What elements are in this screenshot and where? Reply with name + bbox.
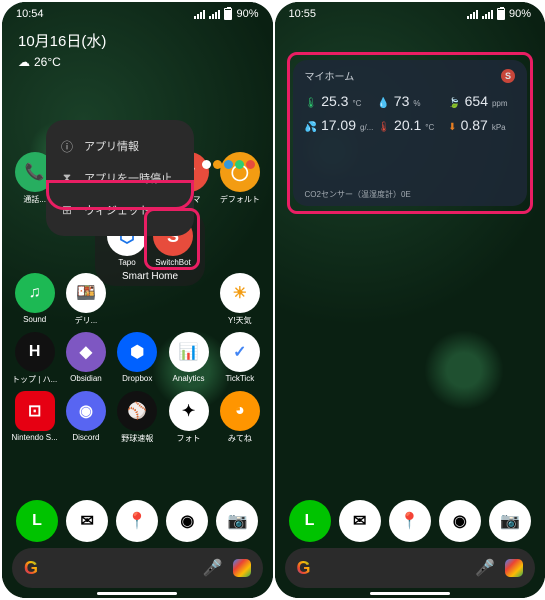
dock-gmail[interactable]: ✉: [66, 500, 108, 542]
app-context-menu: ⓘ アプリ情報 ⧗ アプリを一時停止 ⊞ ウィジェット: [46, 120, 194, 236]
dewpoint-icon: 🌡: [377, 122, 390, 133]
mitene-icon: ◕: [220, 391, 260, 431]
mic-icon[interactable]: 🎤: [203, 558, 223, 578]
app-photos[interactable]: ✦フォト: [164, 391, 213, 444]
dock-line[interactable]: L: [289, 500, 331, 542]
sensor-dew: 🌡20.1°C: [377, 117, 444, 133]
dock: L ✉ 📍 ◉ 📷: [285, 500, 536, 542]
app-analytics[interactable]: 📊Analytics: [164, 332, 213, 385]
menu-app-info[interactable]: ⓘ アプリ情報: [46, 130, 194, 162]
signal-icon: [482, 10, 493, 19]
app-top[interactable]: Hトップ | ハ...: [10, 332, 59, 385]
dock-maps[interactable]: 📍: [116, 500, 158, 542]
date-weather[interactable]: 10月16日(水) ☁ 26°C: [2, 26, 273, 73]
switchbot-widget[interactable]: マイホーム S 🌡25.3°C 💧73% 🍃654ppm 💦17.09g/...…: [293, 60, 528, 206]
search-bar[interactable]: G 🎤: [12, 548, 263, 588]
right-screenshot: 10:55 90% マイホーム S 🌡25.3°C 💧73% 🍃654ppm 💦…: [275, 2, 545, 598]
widget-icon: ⊞: [60, 203, 74, 217]
dock-chrome[interactable]: ◉: [439, 500, 481, 542]
status-bar: 10:55 90%: [275, 2, 545, 26]
obsidian-icon: ◆: [66, 332, 106, 372]
dock-chrome[interactable]: ◉: [166, 500, 208, 542]
google-logo-icon: G: [24, 558, 38, 579]
lens-icon[interactable]: [233, 559, 251, 577]
battery-pct: 90%: [509, 8, 531, 20]
dock-camera[interactable]: 📷: [216, 500, 258, 542]
app-nintendo[interactable]: ⊡Nintendo S...: [10, 391, 59, 444]
sensor-temp: 🌡25.3°C: [305, 93, 374, 109]
app-dropbox[interactable]: ⬢Dropbox: [113, 332, 162, 385]
signal-icon: [209, 10, 220, 19]
status-bar: 10:54 90%: [2, 2, 273, 26]
app-discord[interactable]: ◉Discord: [61, 391, 110, 444]
switchbot-badge-icon: S: [501, 69, 515, 83]
info-icon: ⓘ: [60, 139, 74, 153]
photos-icon: ✦: [169, 391, 209, 431]
menu-widget[interactable]: ⊞ ウィジェット: [46, 194, 194, 226]
nav-handle[interactable]: [370, 592, 450, 595]
dock-maps[interactable]: 📍: [389, 500, 431, 542]
wifi-icon: [194, 10, 205, 19]
app-sound[interactable]: ♫Sound: [10, 273, 59, 326]
folder-name: Smart Home: [101, 271, 199, 282]
lens-icon[interactable]: [505, 559, 523, 577]
dock-gmail[interactable]: ✉: [339, 500, 381, 542]
discord-icon: ◉: [66, 391, 106, 431]
widget-device-name: CO2センサー（温湿度計）0E: [305, 189, 411, 200]
menu-pause-app[interactable]: ⧗ アプリを一時停止: [46, 162, 194, 194]
app-baseball[interactable]: ⚾野球速報: [113, 391, 162, 444]
droplet-icon: 💧: [377, 98, 389, 109]
ticktick-icon: ✓: [220, 332, 260, 372]
hourglass-icon: ⧗: [60, 171, 74, 185]
default-icon: ◯: [220, 152, 260, 192]
temp-text: 26°C: [34, 55, 61, 69]
app-weather[interactable]: ☀Y!天気: [215, 273, 264, 326]
sensor-co2: 🍃654ppm: [448, 93, 515, 109]
status-time: 10:54: [16, 8, 44, 20]
dropbox-icon: ⬢: [117, 332, 157, 372]
dock: L ✉ 📍 ◉ 📷: [12, 500, 263, 542]
widget-title: マイホーム: [305, 68, 355, 83]
app-obsidian[interactable]: ◆Obsidian: [61, 332, 110, 385]
dock-camera[interactable]: 📷: [489, 500, 531, 542]
search-bar[interactable]: G 🎤: [285, 548, 536, 588]
analytics-icon: 📊: [169, 332, 209, 372]
nintendo-icon: ⊡: [15, 391, 55, 431]
top-icon: H: [15, 332, 55, 372]
app-ticktick[interactable]: ✓TickTick: [215, 332, 264, 385]
sensor-humidity: 💧73%: [377, 93, 444, 109]
app-mitene[interactable]: ◕みてね: [215, 391, 264, 444]
baseball-icon: ⚾: [117, 391, 157, 431]
battery-icon: [497, 8, 505, 20]
left-screenshot: 10:54 90% 10月16日(水) ☁ 26°C ⓘ アプリ情報 ⧗ アプリを…: [2, 2, 273, 598]
dock-line[interactable]: L: [16, 500, 58, 542]
battery-icon: [224, 8, 232, 20]
status-time: 10:55: [289, 8, 317, 20]
nav-handle[interactable]: [97, 592, 177, 595]
mic-icon[interactable]: 🎤: [475, 558, 495, 578]
google-logo-icon: G: [297, 558, 311, 579]
thermometer-icon: 🌡: [305, 98, 318, 109]
sensor-pressure: ⬇0.87kPa: [448, 117, 515, 133]
background-icons: [202, 160, 255, 169]
yweather-icon: ☀: [220, 273, 260, 313]
spotify-icon: ♫: [15, 273, 55, 313]
battery-pct: 90%: [236, 8, 258, 20]
absolute-humidity-icon: 💦: [305, 122, 317, 133]
weather-icon: ☁: [18, 55, 30, 69]
sensor-abs: 💦17.09g/...: [305, 117, 374, 133]
wifi-icon: [467, 10, 478, 19]
pressure-icon: ⬇: [448, 122, 456, 133]
leaf-icon: 🍃: [448, 98, 460, 109]
date-text: 10月16日(水): [18, 30, 257, 51]
